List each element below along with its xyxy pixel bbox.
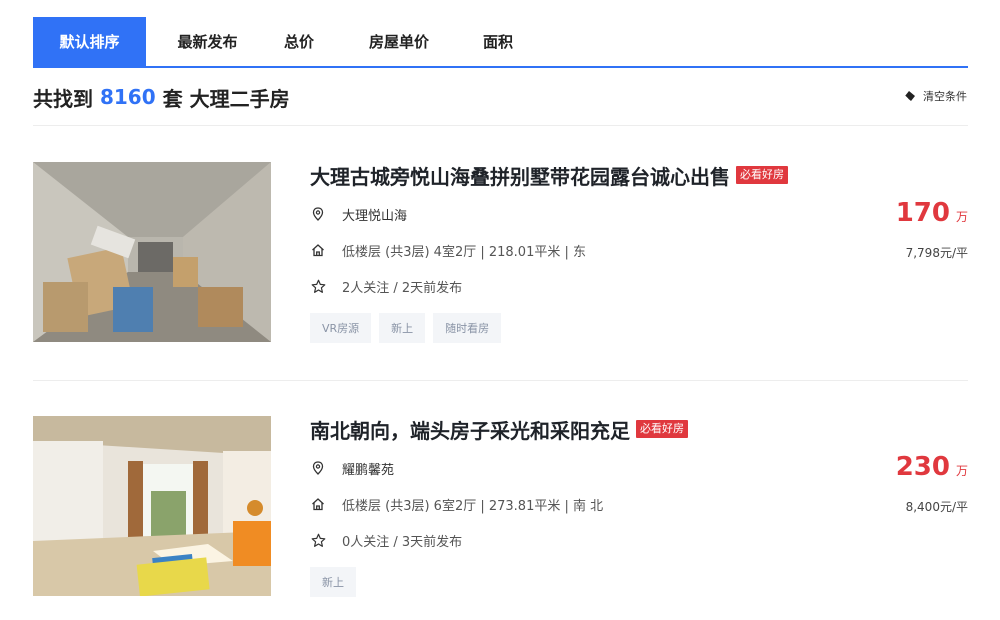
house-info-row: 低楼层 (共3层) 6室2厅 | 273.81平米 | 南 北 [310,494,603,514]
total-price: 230 万 [896,452,968,486]
eraser-icon [904,91,915,101]
listing-title[interactable]: 大理古城旁悦山海叠拼别墅带花园露台诚心出售 必看好房 [310,162,788,189]
house-info: 低楼层 (共3层) 6室2厅 | 273.81平米 | 南 北 [342,498,604,514]
total-price-unit: 万 [955,464,968,478]
listing-tag: 新上 [310,567,356,597]
total-price: 170 万 [896,198,968,232]
listing-title-text: 南北朝向，端头房子采光和采阳充足 [310,418,630,443]
listing-card: 南北朝向，端头房子采光和采阳充足 必看好房 耀鹏馨苑 低楼层 (共3层) 6室2… [33,416,968,597]
unit-price: 8,400元/平 [905,500,968,514]
community-row: 大理悦山海 [310,204,407,224]
listing-card: 大理古城旁悦山海叠拼别墅带花园露台诚心出售 必看好房 大理悦山海 低楼层 (共3… [33,162,968,343]
listing-photo[interactable] [33,162,271,342]
sort-tabs: 默认排序 最新发布 总价 房屋单价 面积 [33,17,968,68]
tab-unit-price[interactable]: 房屋单价 [329,17,469,66]
total-price-unit: 万 [955,210,968,224]
tab-default-sort[interactable]: 默认排序 [33,17,146,66]
divider [33,125,968,126]
divider [33,380,968,381]
tab-total-price[interactable]: 总价 [269,17,329,66]
listing-tag: 新上 [379,313,426,343]
tab-area[interactable]: 面积 [469,17,527,66]
total-price-value: 170 [895,198,950,228]
follow-info-row: 2人关注 / 2天前发布 [310,276,462,296]
summary-prefix: 共找到 [33,86,100,111]
tab-latest[interactable]: 最新发布 [146,17,269,66]
result-summary: 共找到 8160 套 大理二手房 [33,80,290,114]
location-icon [310,460,326,476]
star-icon [310,278,326,294]
summary-suffix: 套 大理二手房 [155,86,290,111]
house-icon [310,496,326,512]
clear-filters-label: 清空条件 [923,90,967,103]
location-icon [310,206,326,222]
clear-filters-button[interactable]: 清空条件 [903,86,967,106]
listing-title[interactable]: 南北朝向，端头房子采光和采阳充足 必看好房 [310,416,688,443]
star-icon [310,532,326,548]
listing-tag: VR房源 [310,313,372,343]
house-info: 低楼层 (共3层) 4室2厅 | 218.01平米 | 东 [342,244,586,260]
must-see-badge: 必看好房 [736,166,788,184]
listing-tags: VR房源 新上 随时看房 [310,313,502,343]
listing-tag: 随时看房 [433,313,502,343]
listing-tags: 新上 [310,567,356,597]
result-count: 8160 [99,85,156,109]
community-link[interactable]: 大理悦山海 [342,205,407,224]
follow-info-row: 0人关注 / 3天前发布 [310,530,462,550]
total-price-value: 230 [895,452,950,482]
house-icon [310,242,326,258]
must-see-badge: 必看好房 [636,420,688,438]
follow-info: 2人关注 / 2天前发布 [342,280,463,296]
community-link[interactable]: 耀鹏馨苑 [342,459,394,478]
house-info-row: 低楼层 (共3层) 4室2厅 | 218.01平米 | 东 [310,240,586,260]
follow-info: 0人关注 / 3天前发布 [342,534,463,550]
community-row: 耀鹏馨苑 [310,458,394,478]
unit-price: 7,798元/平 [905,246,968,260]
listing-photo[interactable] [33,416,271,596]
listing-title-text: 大理古城旁悦山海叠拼别墅带花园露台诚心出售 [310,164,730,189]
